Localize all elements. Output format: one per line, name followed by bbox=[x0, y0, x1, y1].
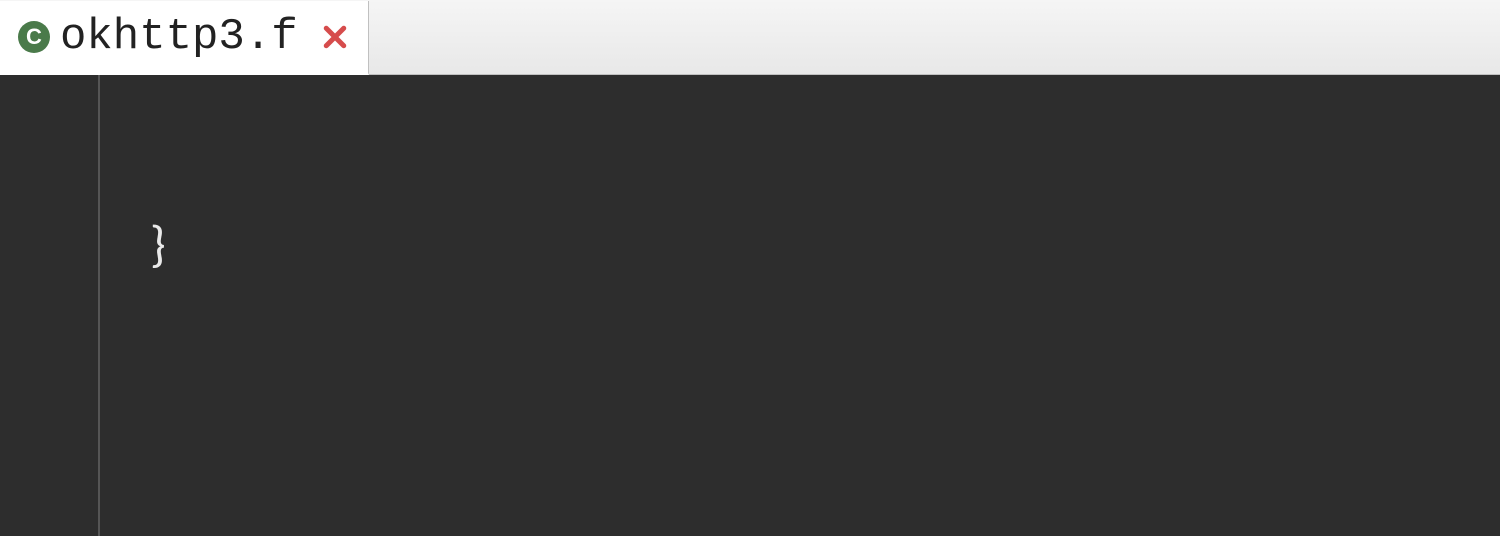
code-area[interactable]: } public final void a(String str, List<C… bbox=[0, 75, 1500, 536]
code-editor[interactable]: } public final void a(String str, List<C… bbox=[0, 75, 1500, 536]
tab-bar: C okhttp3.f bbox=[0, 0, 1500, 75]
code-line-blank bbox=[150, 415, 1500, 483]
tab-label: okhttp3.f bbox=[60, 12, 298, 62]
code-line: } bbox=[150, 211, 1500, 279]
class-file-icon: C bbox=[18, 21, 50, 53]
file-tab[interactable]: C okhttp3.f bbox=[0, 1, 369, 75]
close-icon[interactable] bbox=[320, 22, 350, 52]
